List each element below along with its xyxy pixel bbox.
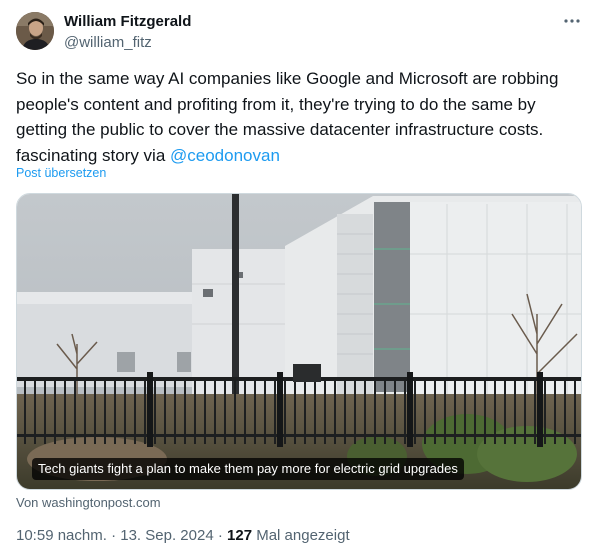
avatar[interactable] xyxy=(16,12,54,50)
more-horizontal-icon xyxy=(564,19,580,23)
avatar-photo xyxy=(16,12,54,50)
more-button[interactable] xyxy=(558,10,586,32)
link-card-source[interactable]: Von washingtonpost.com xyxy=(16,495,161,510)
tweet-meta: 10:59 nachm. · 13. Sep. 2024 · 127 Mal a… xyxy=(16,527,350,544)
tweet-time[interactable]: 10:59 nachm. xyxy=(16,527,107,544)
translate-link[interactable]: Post übersetzen xyxy=(16,166,106,180)
author-handle[interactable]: @william_fitz xyxy=(64,34,191,52)
views-count: 127 xyxy=(227,527,253,544)
tweet-text: So in the same way AI companies like Goo… xyxy=(16,66,581,168)
mention-link[interactable]: @ceodonovan xyxy=(170,146,280,165)
author-name[interactable]: William Fitzgerald xyxy=(64,13,191,31)
views-label: Mal angezeigt xyxy=(252,527,350,544)
card-image xyxy=(17,194,581,489)
meta-separator: · xyxy=(213,527,228,544)
link-card[interactable]: Tech giants fight a plan to make them pa… xyxy=(16,193,582,490)
tweet-body: So in the same way AI companies like Goo… xyxy=(16,69,559,165)
meta-separator: · xyxy=(106,527,121,544)
tweet-date[interactable]: 13. Sep. 2024 xyxy=(120,527,213,544)
author-block: William Fitzgerald @william_fitz xyxy=(64,13,191,52)
link-card-headline: Tech giants fight a plan to make them pa… xyxy=(32,458,464,480)
